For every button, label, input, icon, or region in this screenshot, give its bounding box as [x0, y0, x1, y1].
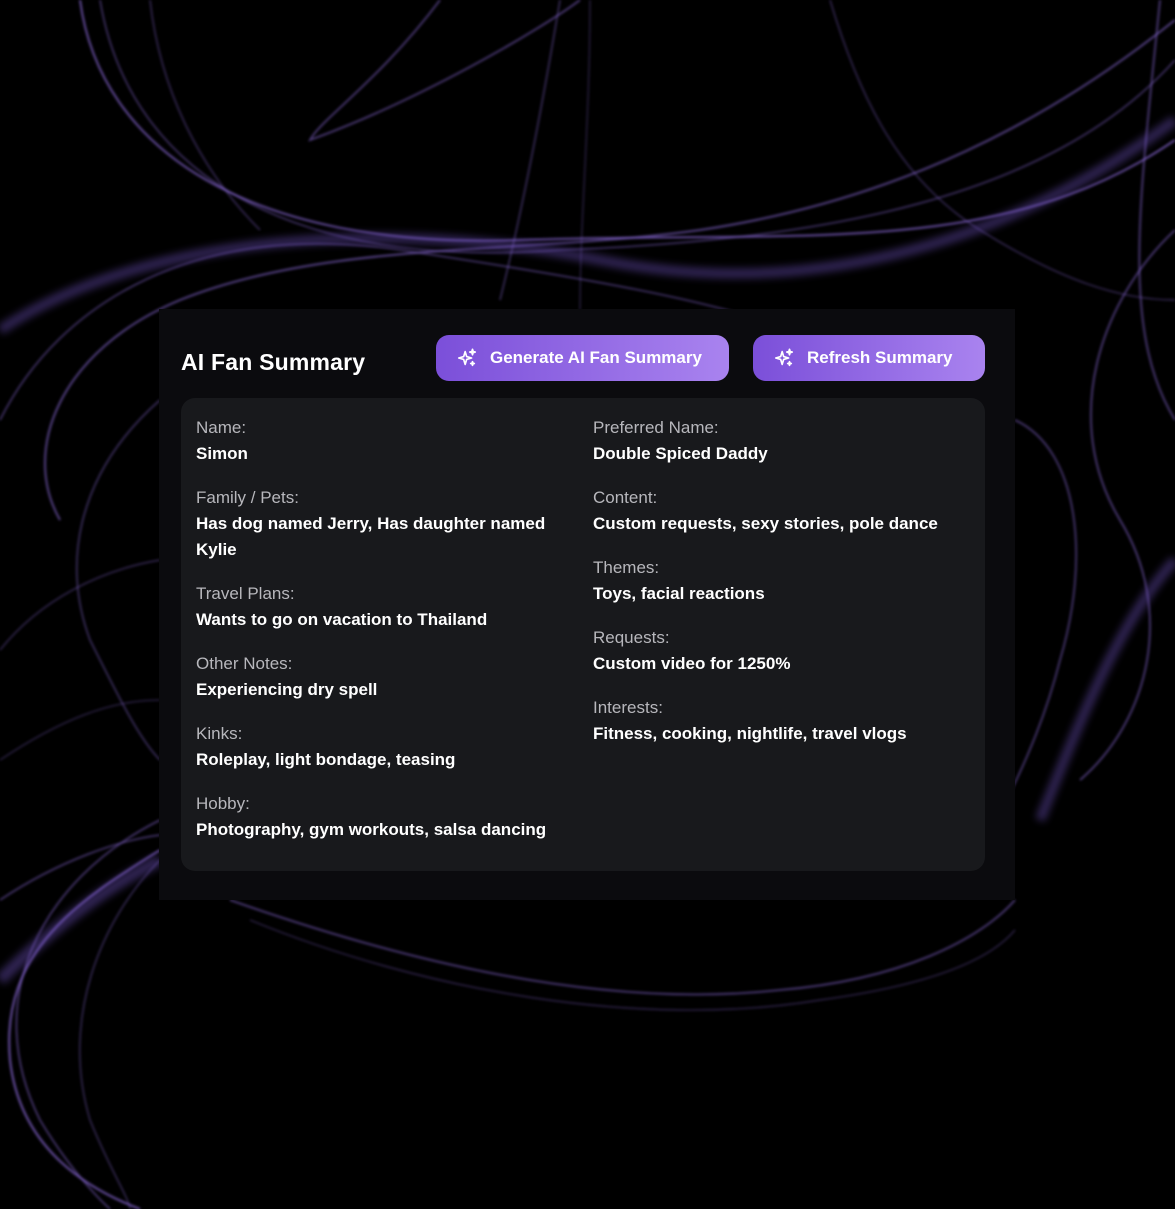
field-hobby: Hobby: Photography, gym workouts, salsa … [196, 791, 556, 843]
field-themes: Themes: Toys, facial reactions [593, 555, 953, 607]
field-family-pets: Family / Pets: Has dog named Jerry, Has … [196, 485, 556, 563]
field-value: Has dog named Jerry, Has daughter named … [196, 514, 546, 559]
field-name: Name: Simon [196, 415, 556, 467]
sparkles-icon [774, 348, 794, 367]
ai-fan-summary-panel: AI Fan Summary Generate AI Fan Summary R… [159, 309, 1015, 900]
panel-title: AI Fan Summary [181, 349, 366, 375]
field-kinks: Kinks: Roleplay, light bondage, teasing [196, 721, 556, 773]
generate-summary-label: Generate AI Fan Summary [490, 348, 702, 367]
field-value: Simon [196, 444, 248, 463]
sparkles-icon [457, 348, 477, 367]
field-value: Custom requests, sexy stories, pole danc… [593, 514, 938, 533]
field-value: Custom video for 1250% [593, 654, 791, 673]
field-value: Double Spiced Daddy [593, 444, 768, 463]
refresh-summary-button[interactable]: Refresh Summary [753, 335, 985, 381]
field-value: Toys, facial reactions [593, 584, 765, 603]
field-value: Roleplay, light bondage, teasing [196, 750, 456, 769]
field-label: Preferred Name: [593, 418, 719, 437]
field-requests: Requests: Custom video for 1250% [593, 625, 953, 677]
field-value: Photography, gym workouts, salsa dancing [196, 820, 547, 839]
field-label: Kinks: [196, 724, 243, 743]
field-label: Name: [196, 418, 247, 437]
field-label: Other Notes: [196, 654, 293, 673]
field-label: Content: [593, 488, 658, 507]
field-label: Travel Plans: [196, 584, 295, 603]
field-label: Interests: [593, 698, 663, 717]
field-value: Wants to go on vacation to Thailand [196, 610, 488, 629]
field-preferred-name: Preferred Name: Double Spiced Daddy [593, 415, 953, 467]
field-travel-plans: Travel Plans: Wants to go on vacation to… [196, 581, 556, 633]
field-label: Themes: [593, 558, 660, 577]
field-content: Content: Custom requests, sexy stories, … [593, 485, 953, 537]
field-interests: Interests: Fitness, cooking, nightlife, … [593, 695, 953, 747]
generate-summary-button[interactable]: Generate AI Fan Summary [436, 335, 729, 381]
refresh-summary-label: Refresh Summary [807, 348, 953, 367]
field-value: Experiencing dry spell [196, 680, 378, 699]
field-label: Hobby: [196, 794, 250, 813]
field-label: Family / Pets: [196, 488, 299, 507]
summary-card: Name: Simon Family / Pets: Has dog named… [181, 398, 985, 871]
summary-right-column: Preferred Name: Double Spiced Daddy Cont… [593, 415, 953, 765]
field-other-notes: Other Notes: Experiencing dry spell [196, 651, 556, 703]
summary-left-column: Name: Simon Family / Pets: Has dog named… [196, 415, 556, 861]
field-label: Requests: [593, 628, 670, 647]
field-value: Fitness, cooking, nightlife, travel vlog… [593, 724, 907, 743]
